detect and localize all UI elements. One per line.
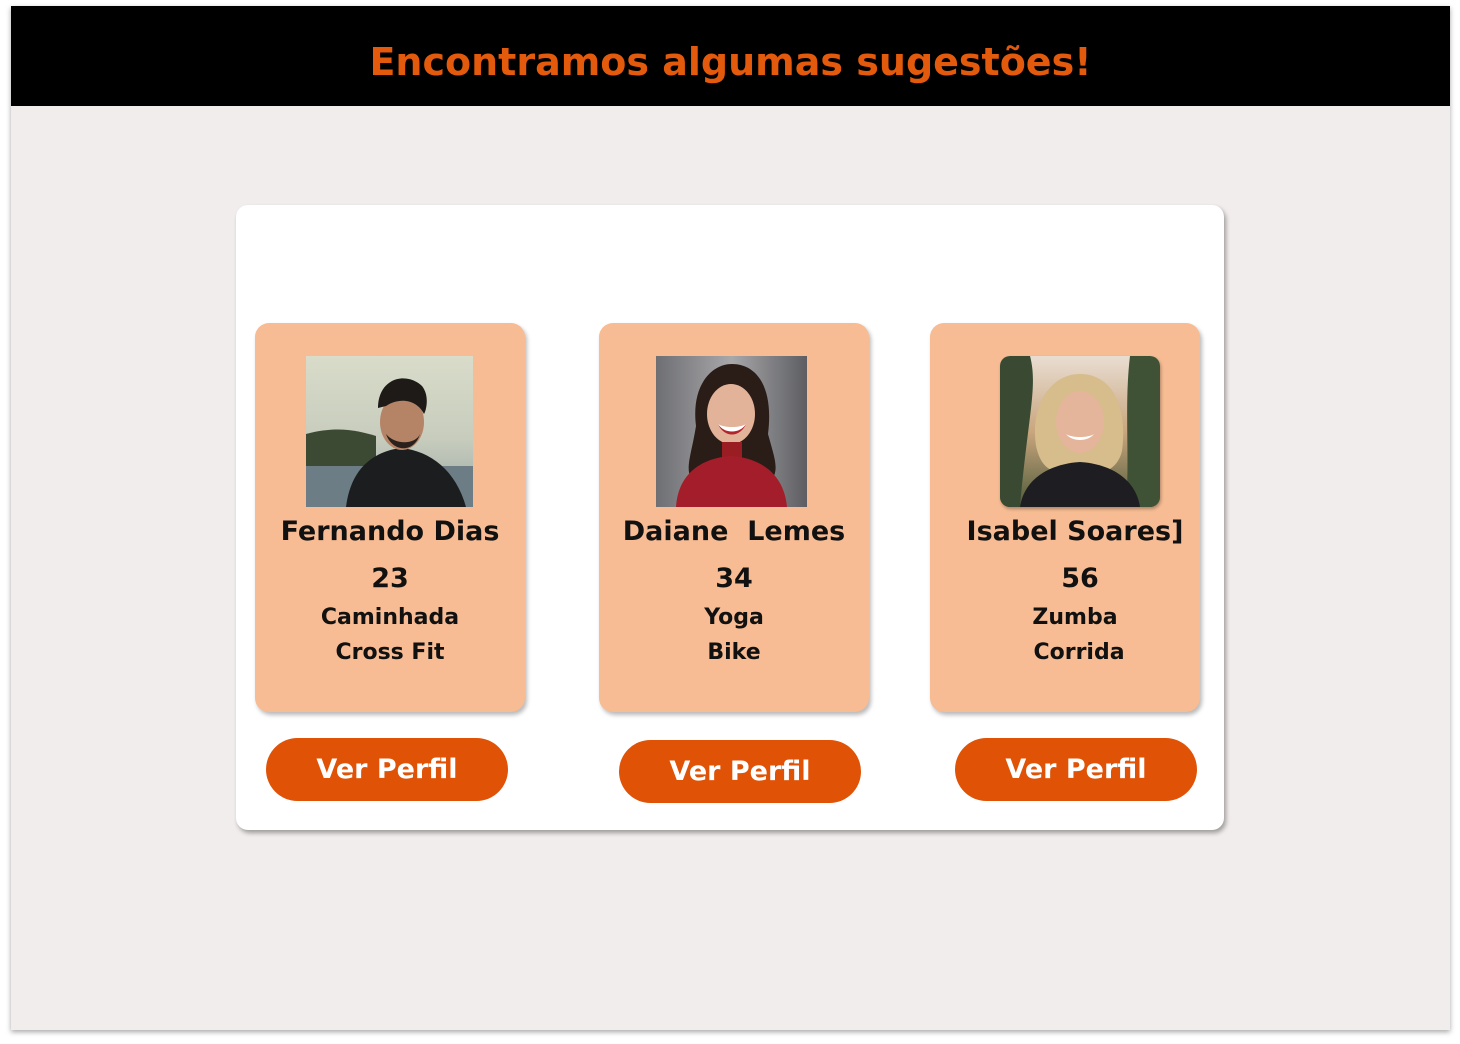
profile-age: 56 (1061, 563, 1099, 594)
profile-activity: Cross Fit (335, 640, 445, 665)
profile-age: 34 (715, 563, 753, 594)
suggestions-panel: Fernando Dias 23 Caminhada Cross Fit Ver… (236, 205, 1224, 830)
profile-card: Isabel Soares] 56 Zumba Corrida (930, 323, 1200, 712)
header-bar: Encontramos algumas sugestões! (11, 6, 1450, 106)
profile-photo (1000, 356, 1160, 507)
view-profile-button[interactable]: Ver Perfil (955, 738, 1197, 801)
app-window: Encontramos algumas sugestões! Fernando … (11, 6, 1450, 1030)
profile-photo (656, 356, 807, 507)
profile-name: Isabel Soares] (966, 516, 1184, 547)
profile-card: Fernando Dias 23 Caminhada Cross Fit (255, 323, 525, 712)
profile-name: Daiane Lemes (622, 516, 846, 547)
man-portrait-image (306, 356, 473, 507)
profile-card: Daiane Lemes 34 Yoga Bike (599, 323, 869, 712)
woman-portrait-image (656, 356, 807, 507)
profile-activity: Yoga (704, 605, 764, 630)
profile-photo (306, 356, 473, 507)
view-profile-button[interactable]: Ver Perfil (619, 740, 861, 803)
profile-activity: Corrida (1033, 640, 1125, 665)
profile-activity: Bike (707, 640, 761, 665)
profile-name: Fernando Dias (280, 516, 500, 547)
woman-portrait-image (1000, 356, 1160, 507)
profile-activity: Zumba (1032, 605, 1118, 630)
view-profile-button[interactable]: Ver Perfil (266, 738, 508, 801)
page-title: Encontramos algumas sugestões! (369, 40, 1092, 84)
profile-activity: Caminhada (320, 605, 460, 630)
profile-age: 23 (371, 563, 409, 594)
